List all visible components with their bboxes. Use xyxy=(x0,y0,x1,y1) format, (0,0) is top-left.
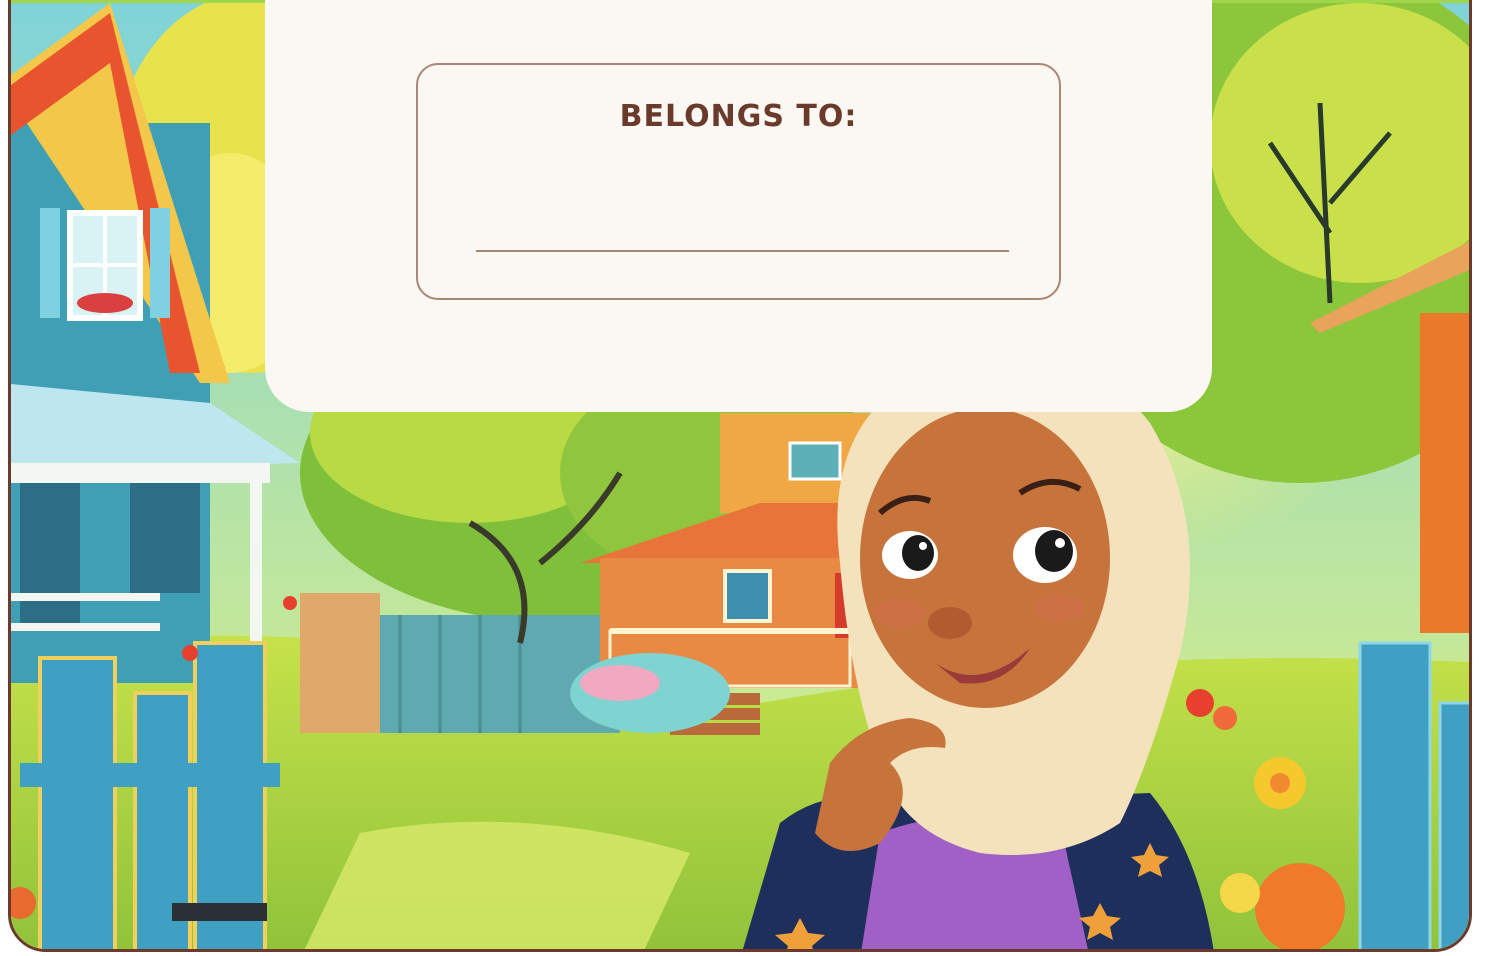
book-page: BELONGS TO: xyxy=(0,0,1486,956)
gate-latch xyxy=(172,903,267,921)
name-write-line xyxy=(476,250,1009,252)
lawn-path xyxy=(304,821,690,949)
belongs-to-box: BELONGS TO: xyxy=(416,63,1061,300)
flower-bush-pink xyxy=(580,665,660,701)
cheek-right xyxy=(1034,594,1086,622)
belongs-to-label: BELONGS TO: xyxy=(619,99,858,134)
owner-name-field[interactable] xyxy=(476,200,1009,246)
nose xyxy=(928,607,972,639)
cheek-left xyxy=(874,599,926,627)
